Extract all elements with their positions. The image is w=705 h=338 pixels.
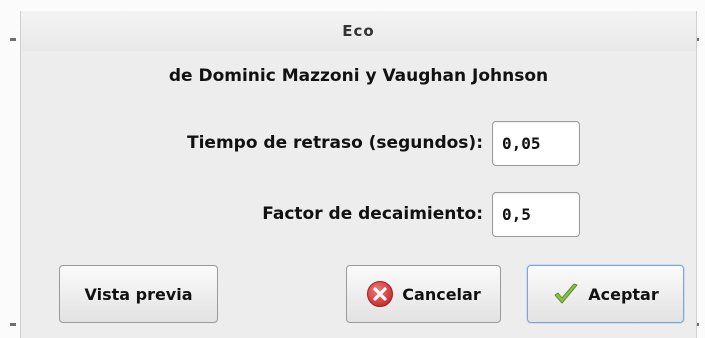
credits-text: de Dominic Mazzoni y Vaughan Johnson — [168, 66, 549, 86]
window-title: Eco — [21, 11, 696, 51]
preview-button-label: Vista previa — [84, 284, 193, 304]
decay-factor-input[interactable] — [492, 192, 580, 237]
ok-button[interactable]: Aceptar — [527, 265, 684, 323]
echo-dialog: Eco de Dominic Mazzoni y Vaughan Johnson… — [20, 11, 697, 338]
cancel-button[interactable]: Cancelar — [346, 265, 501, 323]
delay-time-label: Tiempo de retraso (segundos): — [187, 133, 483, 153]
window-edge-marker — [10, 323, 16, 326]
window-edge-marker — [10, 38, 16, 41]
decay-factor-label: Factor de decaimiento: — [262, 204, 483, 224]
delay-time-input[interactable] — [492, 121, 580, 166]
checkmark-icon — [552, 280, 580, 308]
preview-button[interactable]: Vista previa — [59, 265, 218, 323]
ok-button-label: Aceptar — [588, 284, 659, 304]
close-circle-icon — [366, 280, 394, 308]
cancel-button-label: Cancelar — [402, 284, 481, 304]
